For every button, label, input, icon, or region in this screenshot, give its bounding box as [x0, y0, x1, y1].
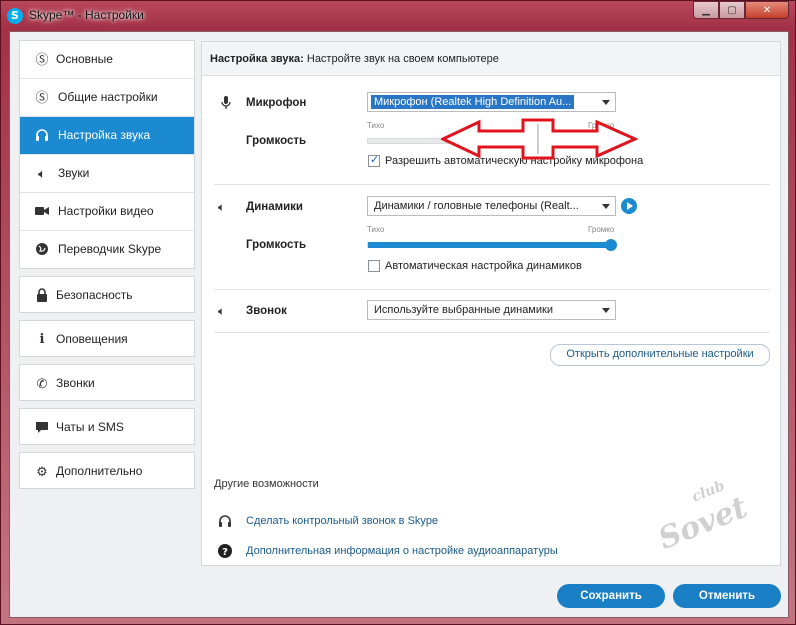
- speaker-auto-adjust-label: Автоматическая настройка динамиков: [385, 260, 582, 272]
- sidebar-group-calls: ✆ Звонки: [19, 364, 195, 401]
- open-advanced-settings-button[interactable]: Открыть дополнительные настройки: [550, 344, 770, 366]
- window-title: Skype™ - Настройки: [29, 8, 144, 22]
- chevron-down-icon: [602, 308, 610, 313]
- sidebar-item-security[interactable]: Безопасность: [20, 277, 194, 312]
- panel-title: Настройка звука: Настройте звук на своем…: [210, 53, 499, 65]
- speaker-volume-level: [368, 242, 610, 248]
- speakers-device-select[interactable]: Динамики / головные телефоны (Realt...: [367, 196, 616, 216]
- save-button[interactable]: Сохранить: [557, 584, 665, 608]
- speakers-label: Динамики: [246, 201, 304, 213]
- title-bar[interactable]: S Skype™ - Настройки ▁ ▢ ✕: [1, 1, 795, 31]
- sidebar-item-skype-translator[interactable]: Переводчик Skype: [20, 231, 194, 268]
- sidebar-item-label: Настройка звука: [58, 128, 151, 142]
- speaker-volume-label: Громкость: [246, 239, 307, 251]
- maximize-button[interactable]: ▢: [719, 1, 745, 19]
- mic-volume-label: Громкость: [246, 135, 307, 147]
- speaker-volume-knob[interactable]: [605, 239, 617, 251]
- window-controls: ▁ ▢ ✕: [693, 1, 789, 21]
- sidebar-item-sounds[interactable]: 🔈︎ Звуки: [20, 155, 194, 193]
- ring-label: Звонок: [246, 305, 287, 317]
- sidebar-item-calls[interactable]: ✆ Звонки: [20, 365, 194, 400]
- panel-header: Настройка звука: Настройте звук на своем…: [202, 42, 780, 76]
- sidebar-item-label: Звонки: [56, 376, 95, 390]
- microphone-icon: [221, 96, 231, 113]
- sidebar-group-notifications: i Оповещения: [19, 320, 195, 357]
- sidebar-item-chats-sms[interactable]: Чаты и SMS: [20, 409, 194, 444]
- speaker-volume-max-label: Громко: [588, 225, 615, 234]
- close-button[interactable]: ✕: [745, 1, 789, 19]
- section-divider: [214, 289, 770, 290]
- sidebar-item-general[interactable]: Ⓢ Основные: [20, 41, 194, 79]
- microphone-device-value: Микрофон (Realtek High Definition Au...: [371, 95, 575, 109]
- headset-icon: [218, 514, 232, 531]
- sidebar-item-label: Общие настройки: [58, 90, 158, 104]
- headset-icon: [34, 128, 50, 144]
- mic-auto-adjust-checkbox[interactable]: [368, 153, 380, 167]
- svg-text:?: ?: [222, 547, 228, 558]
- ring-device-value: Используйте выбранные динамики: [374, 304, 553, 316]
- sidebar-group-chats: Чаты и SMS: [19, 408, 195, 445]
- other-options-title: Другие возможности: [214, 478, 319, 490]
- panel-title-rest: Настройте звук на своем компьютере: [303, 53, 499, 65]
- sidebar-item-label: Оповещения: [56, 332, 128, 346]
- minimize-button[interactable]: ▁: [693, 1, 719, 19]
- speaker-icon: 🔈︎: [38, 166, 46, 181]
- sidebar-item-notifications[interactable]: i Оповещения: [20, 321, 194, 356]
- speaker-icon: 🔈︎: [218, 200, 226, 214]
- speaker-auto-adjust-checkbox[interactable]: [368, 260, 380, 272]
- speaker-volume-min-label: Тихо: [367, 225, 385, 234]
- microphone-device-select[interactable]: Микрофон (Realtek High Definition Au...: [367, 92, 616, 112]
- audio-help-link[interactable]: Дополнительная информация о настройке ау…: [246, 545, 558, 557]
- section-divider: [214, 332, 770, 333]
- video-camera-icon: [34, 204, 50, 220]
- skype-settings-window: S Skype™ - Настройки ▁ ▢ ✕ Ⓢ Основные Ⓢ …: [0, 0, 796, 625]
- sidebar-item-label: Дополнительно: [56, 464, 143, 478]
- info-icon: i: [39, 332, 45, 347]
- sidebar-group-security: Безопасность: [19, 276, 195, 313]
- mic-volume-min-label: Тихо: [367, 121, 385, 130]
- cancel-button[interactable]: Отменить: [673, 584, 781, 608]
- gear-icon: ⚙: [36, 464, 48, 479]
- skype-logo-icon: S: [7, 8, 23, 24]
- chat-icon: [34, 420, 50, 436]
- microphone-label: Микрофон: [246, 97, 307, 109]
- section-divider: [214, 184, 770, 185]
- sidebar-item-advanced[interactable]: ⚙ Дополнительно: [20, 453, 194, 488]
- sidebar-item-audio-settings[interactable]: Настройка звука: [20, 117, 194, 155]
- help-icon: ?: [218, 544, 232, 561]
- sidebar-item-video-settings[interactable]: Настройки видео: [20, 193, 194, 231]
- phone-icon: ✆: [36, 376, 48, 391]
- sidebar-group-general: Ⓢ Основные Ⓢ Общие настройки Настройка з…: [19, 40, 195, 269]
- sidebar-group-advanced: ⚙ Дополнительно: [19, 452, 195, 489]
- sidebar-item-label: Чаты и SMS: [56, 420, 124, 434]
- ringer-speaker-icon: 🔈︎: [218, 304, 226, 318]
- speakers-device-value: Динамики / головные телефоны (Realt...: [374, 200, 579, 212]
- sidebar-item-label: Звуки: [58, 166, 90, 180]
- chevron-down-icon: [602, 100, 610, 105]
- speaker-volume-slider[interactable]: [367, 242, 611, 248]
- panel-title-bold: Настройка звука:: [210, 53, 304, 65]
- settings-sidebar: Ⓢ Основные Ⓢ Общие настройки Настройка з…: [19, 40, 195, 496]
- skype-logo-icon: Ⓢ: [35, 52, 49, 67]
- sidebar-item-label: Настройки видео: [58, 204, 154, 218]
- sidebar-item-common-settings[interactable]: Ⓢ Общие настройки: [20, 79, 194, 117]
- sidebar-item-label: Безопасность: [56, 288, 133, 302]
- sidebar-item-label: Переводчик Skype: [58, 242, 162, 256]
- lock-icon: [34, 288, 50, 304]
- chevron-down-icon: [602, 204, 610, 209]
- ring-device-select[interactable]: Используйте выбранные динамики: [367, 300, 616, 320]
- play-test-sound-button[interactable]: [621, 198, 637, 214]
- sidebar-item-label: Основные: [56, 52, 113, 66]
- globe-icon: [34, 242, 50, 258]
- skype-logo-icon: Ⓢ: [35, 90, 49, 105]
- test-call-link[interactable]: Сделать контрольный звонок в Skype: [246, 515, 438, 527]
- double-arrow-annotation: [441, 118, 639, 160]
